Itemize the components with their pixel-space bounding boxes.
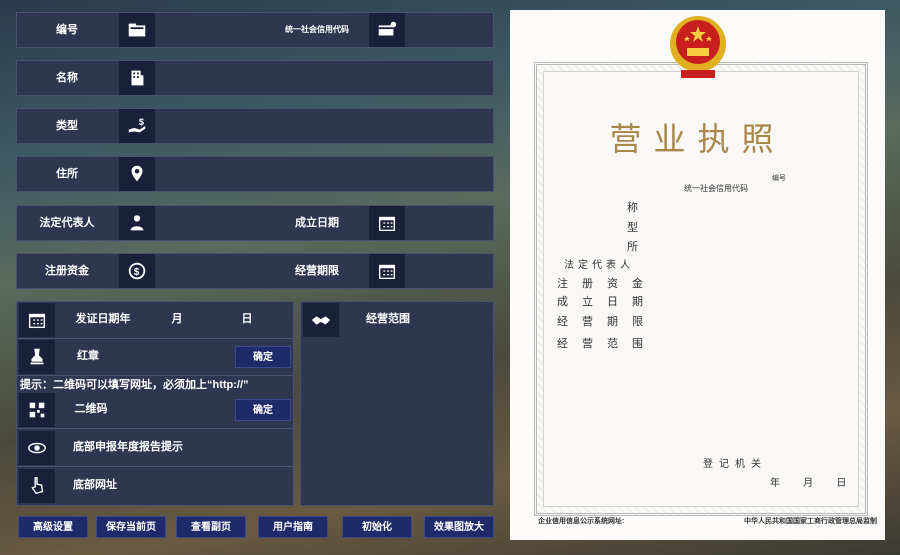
calendar-icon — [369, 206, 405, 240]
qrcode-icon — [19, 393, 55, 427]
established-date-label: 成立日期 — [295, 217, 339, 229]
number-label: 编号 — [56, 24, 78, 36]
capital-label: 注册资金 — [45, 265, 89, 277]
business-scope-label: 经营范围 — [366, 313, 410, 325]
license-title: 营业执照 — [609, 120, 786, 158]
form-row-type: 类型 $ — [16, 108, 494, 144]
number-input[interactable] — [159, 13, 259, 47]
license-field-type: 型 — [627, 221, 652, 234]
pointer-hand-icon — [19, 469, 55, 503]
calendar-icon — [369, 254, 405, 288]
annual-report-row[interactable]: 底部申报年度报告提示 — [17, 430, 293, 467]
qrcode-confirm-button[interactable]: 确定 — [235, 399, 291, 421]
name-input[interactable] — [159, 61, 493, 95]
user-guide-button[interactable]: 用户指南 — [258, 516, 328, 538]
established-date-input[interactable] — [409, 206, 493, 240]
form-row-name: 名称 — [16, 60, 494, 96]
business-term-input[interactable] — [409, 254, 493, 288]
qrcode-label: 二维码 — [74, 403, 108, 415]
lower-left-panel: 发证日期年 月 日 红章 确定 二维码 确定 底部申报年度报告提示 底部网址 — [16, 301, 294, 506]
credit-code-label: 统一社会信用代码 — [285, 25, 349, 34]
business-scope-panel[interactable]: 经营范围 — [300, 301, 494, 506]
license-date-line: 年 月 日 — [770, 478, 857, 489]
bottom-url-label: 底部网址 — [73, 479, 117, 491]
qrcode-row: 二维码 确定 — [17, 392, 293, 429]
license-credit-code-label: 统一社会信用代码 — [684, 184, 748, 193]
license-field-address: 所 — [627, 240, 652, 253]
license-field-scope: 经营范围 — [557, 337, 657, 350]
svg-text:$: $ — [139, 117, 144, 127]
address-label: 住所 — [56, 168, 78, 180]
hint-text: 提示：二维码可以填写网址，必须加上“http://” — [20, 379, 249, 391]
advanced-settings-button[interactable]: 高级设置 — [18, 516, 88, 538]
money-hand-icon: $ — [119, 109, 155, 143]
red-seal-row: 红章 确定 — [17, 339, 293, 376]
coin-icon: $ — [119, 254, 155, 288]
location-pin-icon — [119, 157, 155, 191]
national-emblem-icon — [667, 14, 729, 82]
handshake-icon — [303, 303, 339, 337]
license-preview: 营业执照 编号 统一社会信用代码 称 型 所 法定代表人 注册资金 成立日期 经… — [510, 10, 885, 540]
license-field-capital: 注册资金 — [557, 277, 657, 290]
issue-date-row: 发证日期年 月 日 — [17, 302, 293, 339]
building-icon — [119, 61, 155, 95]
view-copy-button[interactable]: 查看副页 — [176, 516, 246, 538]
license-number-label: 编号 — [772, 175, 786, 182]
license-registration-authority: 登记机关 — [703, 459, 767, 470]
legal-rep-label: 法定代表人 — [39, 217, 95, 229]
form-row-legal-rep: 法定代表人 成立日期 — [16, 205, 494, 241]
stamp-icon — [19, 340, 55, 374]
folder-icon — [119, 13, 155, 47]
form-row-number: 编号 统一社会信用代码 — [16, 12, 494, 48]
issue-day-label: 日 — [241, 313, 253, 325]
bottom-url-row[interactable]: 底部网址 — [17, 468, 293, 505]
annual-report-label: 底部申报年度报告提示 — [73, 441, 183, 453]
license-footer-left: 企业信用信息公示系统网址: — [538, 518, 625, 525]
license-field-established: 成立日期 — [557, 295, 657, 308]
capital-input[interactable] — [159, 254, 259, 288]
form-row-capital: 注册资金 $ 经营期限 — [16, 253, 494, 289]
initialize-button[interactable]: 初始化 — [342, 516, 412, 538]
zoom-preview-button[interactable]: 效果图放大 — [424, 516, 494, 538]
form-row-address: 住所 — [16, 156, 494, 192]
license-field-legal-rep: 法定代表人 — [564, 260, 634, 271]
eye-icon — [19, 431, 55, 465]
svg-text:$: $ — [134, 267, 140, 278]
license-field-term: 经营期限 — [557, 315, 657, 328]
issue-date-label: 发证日期年 — [75, 313, 131, 325]
license-field-name: 称 — [627, 201, 652, 214]
red-seal-label: 红章 — [77, 350, 99, 362]
credit-code-input[interactable] — [409, 13, 493, 47]
license-footer-right: 中华人民共和国国家工商行政管理总局监制 — [744, 518, 877, 525]
card-icon — [369, 13, 405, 47]
legal-rep-input[interactable] — [159, 206, 259, 240]
name-label: 名称 — [56, 72, 78, 84]
business-term-label: 经营期限 — [295, 265, 339, 277]
calendar-icon — [19, 303, 55, 337]
save-page-button[interactable]: 保存当前页 — [96, 516, 166, 538]
person-icon — [119, 206, 155, 240]
issue-month-label: 月 — [171, 313, 183, 325]
address-input[interactable] — [159, 157, 493, 191]
type-input[interactable] — [159, 109, 493, 143]
red-seal-confirm-button[interactable]: 确定 — [235, 346, 291, 368]
type-label: 类型 — [56, 120, 78, 132]
